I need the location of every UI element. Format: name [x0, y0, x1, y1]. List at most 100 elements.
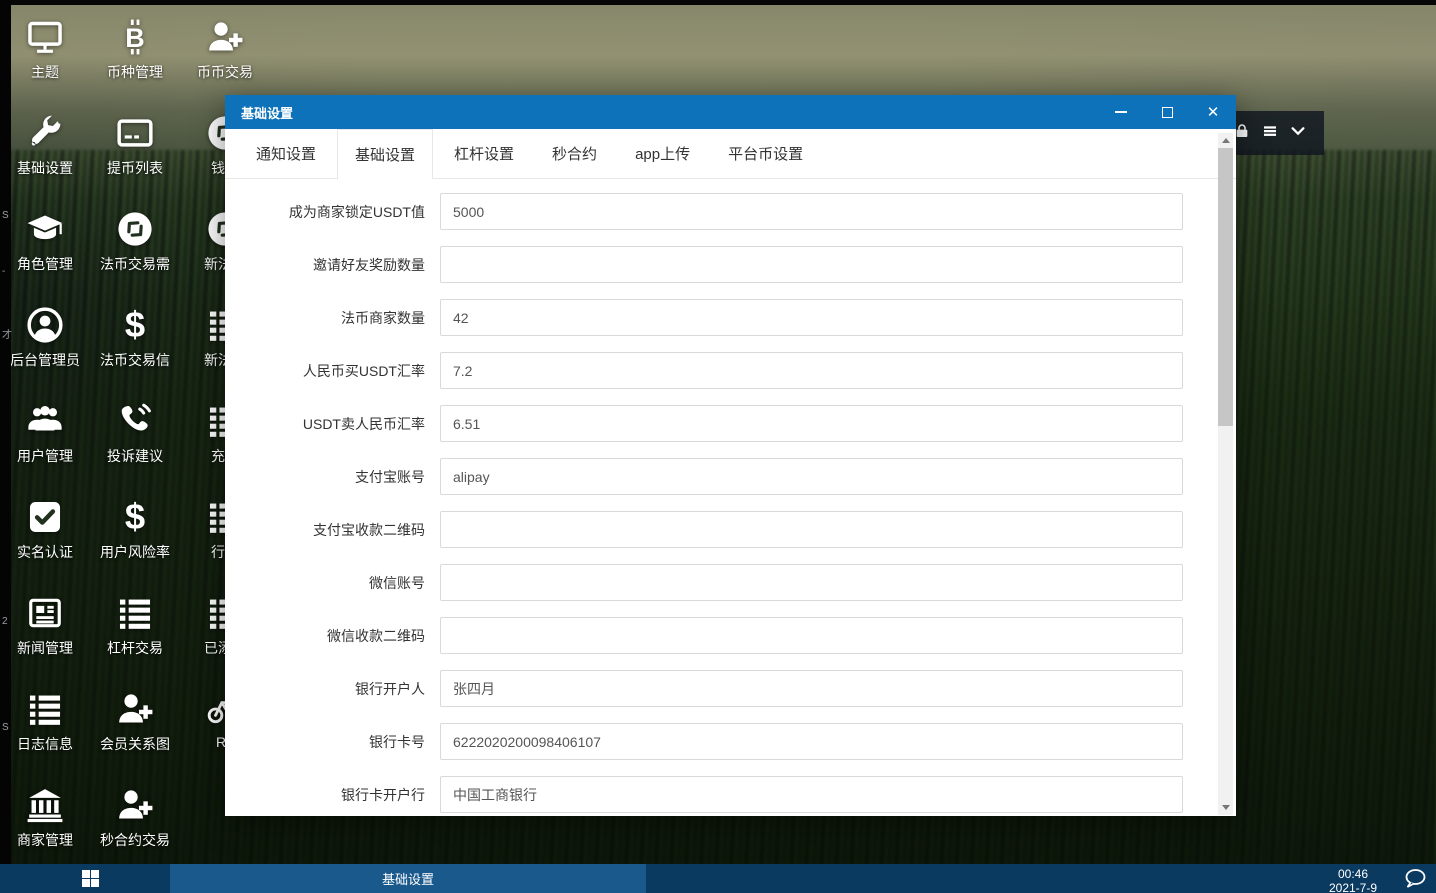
- vertical-scrollbar[interactable]: [1218, 133, 1233, 815]
- desktop-shortcut[interactable]: 投诉建议: [90, 392, 180, 484]
- desktop-shortcut[interactable]: 商家管理: [0, 776, 90, 868]
- scrollbar-thumb[interactable]: [1218, 148, 1233, 426]
- start-button[interactable]: [66, 864, 114, 893]
- clipped-text-fragment: -: [2, 266, 5, 277]
- close-icon: ✕: [1207, 105, 1220, 120]
- desktop-shortcut[interactable]: 后台管理员: [0, 296, 90, 388]
- dialog-content: 通知设置基础设置杠杆设置秒合约app上传平台币设置 成为商家锁定USDT值邀请好…: [225, 129, 1236, 816]
- tab-5[interactable]: app上传: [618, 129, 707, 178]
- desktop-shortcut[interactable]: 用户管理: [0, 392, 90, 484]
- close-button[interactable]: ✕: [1190, 95, 1236, 129]
- clipped-text-fragment: 才: [2, 326, 12, 341]
- form-field-label: 银行开户人: [225, 679, 440, 699]
- desktop-shortcut[interactable]: 币币交易: [180, 8, 270, 100]
- desktop-shortcut-label: 新闻管理: [0, 638, 90, 658]
- clock-date: 2021-7-9: [1318, 881, 1388, 893]
- tab-6[interactable]: 平台币设置: [711, 129, 820, 178]
- tab-4[interactable]: 秒合约: [535, 129, 614, 178]
- list-icon: [90, 584, 180, 636]
- menu-icon[interactable]: [1262, 123, 1278, 144]
- top-edge-bar: [0, 0, 1436, 5]
- desktop-shortcut[interactable]: 提币列表: [90, 104, 180, 196]
- desktop-shortcut[interactable]: 基础设置: [0, 104, 90, 196]
- desktop-shortcut[interactable]: 日志信息: [0, 680, 90, 772]
- form-field-input[interactable]: [440, 723, 1183, 760]
- desktop-shortcut[interactable]: 杠杆交易: [90, 584, 180, 676]
- desktop-shortcut[interactable]: 法币交易需: [90, 200, 180, 292]
- lock-icon[interactable]: [1234, 123, 1250, 144]
- desktop-shortcut-label: 秒合约交易: [90, 830, 180, 850]
- form-field-row: 微信账号: [225, 564, 1236, 601]
- settings-dialog: 基础设置 ✕ 通知设置基础设置杠杆设置秒合约app上传平台币设置 成为商家锁定U…: [225, 95, 1236, 816]
- user-circle-icon: [0, 296, 90, 348]
- form-field-input[interactable]: [440, 193, 1183, 230]
- windows-logo-icon: [82, 870, 99, 887]
- dialog-title: 基础设置: [225, 103, 1098, 122]
- form-field-input[interactable]: [440, 299, 1183, 336]
- desktop-shortcut[interactable]: B币种管理: [90, 8, 180, 100]
- desktop-shortcut[interactable]: 主题: [0, 8, 90, 100]
- clipped-text-fragment: 2: [2, 616, 8, 627]
- scroll-up-button[interactable]: [1218, 133, 1233, 148]
- phone-volume-icon: [90, 392, 180, 444]
- desktop-shortcut[interactable]: 秒合约交易: [90, 776, 180, 868]
- tab-1[interactable]: 通知设置: [239, 129, 333, 178]
- desktop-shortcut[interactable]: 角色管理: [0, 200, 90, 292]
- chevron-down-icon[interactable]: [1290, 123, 1306, 144]
- form-field-row: 银行开户人: [225, 670, 1236, 707]
- chat-bubble-icon[interactable]: [1402, 868, 1428, 890]
- desktop-shortcut-label: 角色管理: [0, 254, 90, 274]
- user-plus-icon: [90, 680, 180, 732]
- graduation-cap-icon: [0, 200, 90, 252]
- users-icon: [0, 392, 90, 444]
- desktop-shortcut[interactable]: $法币交易信: [90, 296, 180, 388]
- newspaper-icon: [0, 584, 90, 636]
- form-field-input[interactable]: [440, 776, 1183, 813]
- form-field-input[interactable]: [440, 458, 1183, 495]
- desktop-shortcut-label: 实名认证: [0, 542, 90, 562]
- form-field-label: 微信账号: [225, 573, 440, 593]
- form-field-input[interactable]: [440, 564, 1183, 601]
- dollar-icon: $: [90, 488, 180, 540]
- taskbar-clock[interactable]: 00:46 2021-7-9: [1318, 867, 1388, 893]
- clipped-text-fragment: S: [2, 210, 9, 221]
- desktop-shortcut-label: 基础设置: [0, 158, 90, 178]
- desktop-shortcut[interactable]: $ 用户风险率: [90, 488, 180, 580]
- dialog-titlebar[interactable]: 基础设置 ✕: [225, 95, 1236, 129]
- credit-card-icon: [90, 104, 180, 156]
- maximize-icon: [1162, 107, 1173, 118]
- form-field-label: 微信收款二维码: [225, 626, 440, 646]
- form-field-input[interactable]: [440, 352, 1183, 389]
- desktop-shortcut-label: 币币交易: [180, 62, 270, 82]
- check-square-icon: [0, 488, 90, 540]
- maximize-button[interactable]: [1144, 95, 1190, 129]
- settings-form: 成为商家锁定USDT值邀请好友奖励数量法币商家数量人民币买USDT汇率USDT卖…: [225, 179, 1236, 813]
- tab-3[interactable]: 杠杆设置: [437, 129, 531, 178]
- scroll-down-button[interactable]: [1218, 800, 1233, 815]
- desktop-shortcut[interactable]: 实名认证: [0, 488, 90, 580]
- user-plus-icon: [180, 8, 270, 60]
- form-field-input[interactable]: [440, 246, 1183, 283]
- form-field-row: 支付宝账号: [225, 458, 1236, 495]
- form-field-input[interactable]: [440, 617, 1183, 654]
- taskbar-task-button[interactable]: 基础设置: [170, 864, 646, 893]
- form-field-row: 成为商家锁定USDT值: [225, 193, 1236, 230]
- desktop-shortcut-label: 投诉建议: [90, 446, 180, 466]
- desktop-shortcut-label: 币种管理: [90, 62, 180, 82]
- desktop-shortcut-label: 会员关系图: [90, 734, 180, 754]
- exchange-circle-icon: [90, 200, 180, 252]
- task-button-label: 基础设置: [382, 869, 434, 888]
- desktop-shortcut[interactable]: 会员关系图: [90, 680, 180, 772]
- form-field-input[interactable]: [440, 405, 1183, 442]
- form-field-row: 邀请好友奖励数量: [225, 246, 1236, 283]
- tab-2[interactable]: 基础设置: [337, 129, 433, 179]
- desktop-shortcut[interactable]: 新闻管理: [0, 584, 90, 676]
- form-field-input[interactable]: [440, 511, 1183, 548]
- form-field-label: 银行卡开户行: [225, 785, 440, 805]
- minimize-button[interactable]: [1098, 95, 1144, 129]
- svg-text:$: $: [125, 498, 145, 536]
- triangle-down-icon: [1222, 805, 1230, 810]
- form-field-input[interactable]: [440, 670, 1183, 707]
- desktop-shortcut-label: 主题: [0, 62, 90, 82]
- desktop-shortcut-label: 用户风险率: [90, 542, 180, 562]
